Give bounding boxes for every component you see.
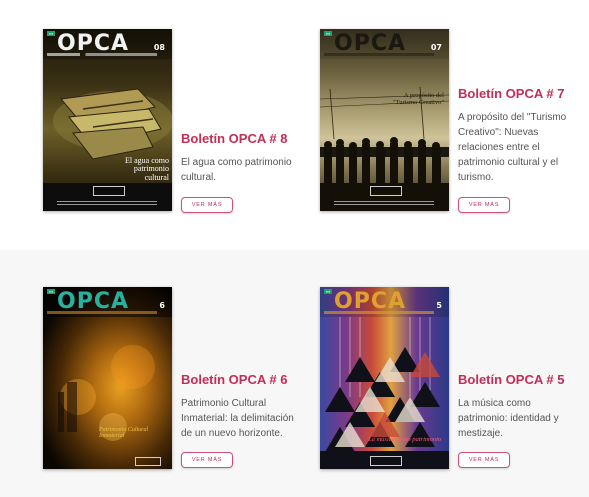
bulletin-title[interactable]: Boletín OPCA # 7 xyxy=(458,86,576,101)
bulletin-info-5: Boletín OPCA # 5 La música como patrimon… xyxy=(458,372,578,441)
cover-footer xyxy=(320,183,449,211)
cover-headline: La música como patrimonio xyxy=(368,436,442,443)
cover-number: 07 xyxy=(430,43,442,52)
bulletin-info-8: Boletín OPCA # 8 El agua como patrimonio… xyxy=(181,131,301,185)
bulletin-title[interactable]: Boletín OPCA # 6 xyxy=(181,372,303,387)
cover-number: 08 xyxy=(153,43,165,52)
cover-tag: ▪▪▪ xyxy=(324,289,333,294)
cover-footer xyxy=(320,451,449,469)
bulletin-description: El agua como patrimonio cultural. xyxy=(181,157,292,183)
ver-mas-button[interactable]: VER MÁS xyxy=(458,197,510,213)
cover-number: 5 xyxy=(436,301,442,310)
ver-mas-button[interactable]: VER MÁS xyxy=(458,452,510,468)
bulletin-description: Patrimonio Cultural Inmaterial: la delim… xyxy=(181,398,294,439)
bulletin-title[interactable]: Boletín OPCA # 5 xyxy=(458,372,578,387)
cover-headline: Patrimonio Cultural Inmaterial xyxy=(99,427,149,440)
cover-footer xyxy=(43,455,172,469)
bulletin-cover-6[interactable]: ▪▪▪ OPCA 6 Patrimonio Cultural Inmateria… xyxy=(43,287,172,469)
cover-number: 6 xyxy=(159,301,165,310)
cover-strip xyxy=(324,53,434,56)
bulletin-cover-7[interactable]: ▪▪▪ OPCA 07 A propósito del "Turismo Cre… xyxy=(320,29,449,211)
cover-headline: A propósito del "Turismo Creativo" xyxy=(392,92,444,106)
university-logo xyxy=(93,186,125,196)
bulletin-info-6: Boletín OPCA # 6 Patrimonio Cultural Inm… xyxy=(181,372,303,441)
bulletin-description: A propósito del "Turismo Creativo": Nuev… xyxy=(458,112,567,183)
bulletin-description: La música como patrimonio: identidad y m… xyxy=(458,398,559,439)
cover-tag: ▪▪▪ xyxy=(324,31,333,36)
bulletin-cover-8[interactable]: ▪▪▪ OPCA 08 El agua como patrimonio cult… xyxy=(43,29,172,211)
cover-strip xyxy=(47,311,157,314)
ver-mas-button[interactable]: VER MÁS xyxy=(181,452,233,468)
university-logo xyxy=(370,186,402,196)
cover-strip xyxy=(324,311,434,314)
cover-tag: ▪▪▪ xyxy=(47,31,56,36)
bulletin-cover-5[interactable]: ▪▪▪ OPCA 5 La música como patrimonio xyxy=(320,287,449,469)
cover-tag: ▪▪▪ xyxy=(47,289,56,294)
cover-footer xyxy=(43,183,172,211)
bulletin-title[interactable]: Boletín OPCA # 8 xyxy=(181,131,301,146)
university-logo xyxy=(370,456,402,466)
cover-headline: El agua como patrimonio cultural xyxy=(125,156,169,182)
cover-strip xyxy=(47,53,157,56)
bulletin-info-7: Boletín OPCA # 7 A propósito del "Turism… xyxy=(458,86,576,185)
ver-mas-button[interactable]: VER MÁS xyxy=(181,197,233,213)
university-logo xyxy=(135,457,161,466)
